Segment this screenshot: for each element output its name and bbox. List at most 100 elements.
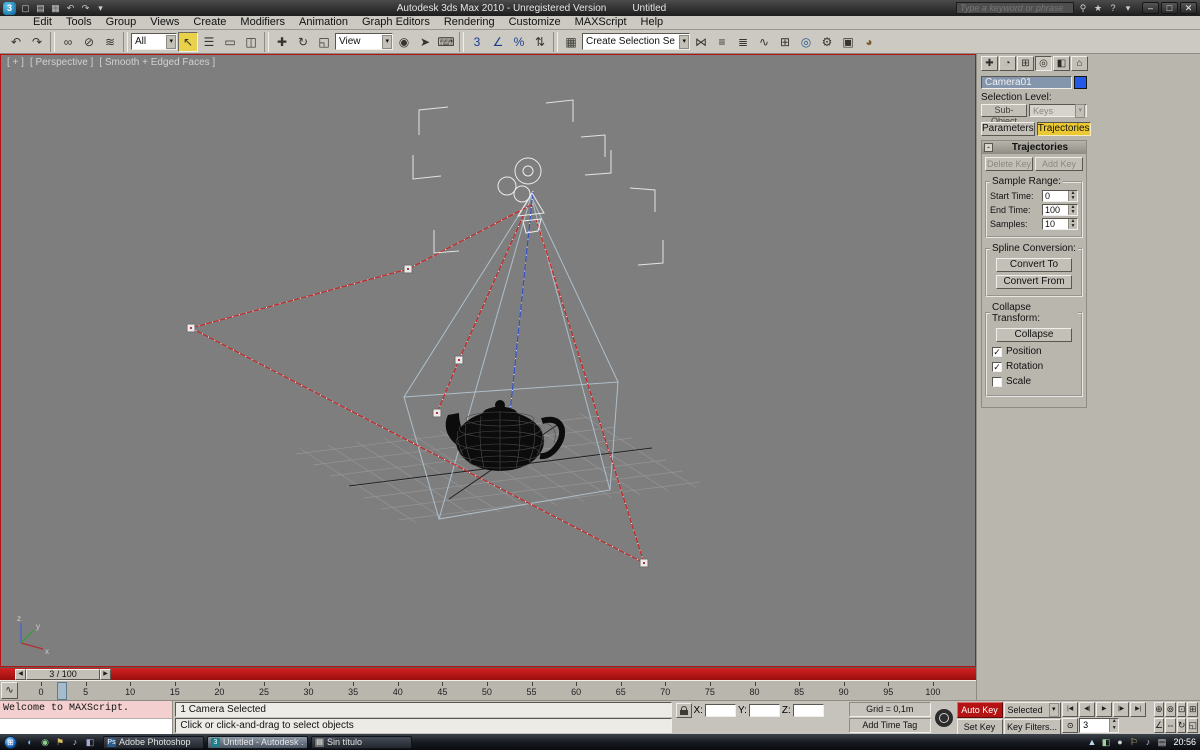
tray-icon-3[interactable]: ●: [1114, 737, 1125, 748]
help-icon[interactable]: ?: [1107, 2, 1119, 14]
scale-checkbox[interactable]: [992, 376, 1002, 387]
open-mini-curve-editor-button[interactable]: ∿: [1, 682, 18, 699]
time-slider[interactable]: ◀ 3 / 100 ▶: [0, 667, 976, 680]
set-key-button[interactable]: Set Key: [956, 719, 1003, 735]
menu-customize[interactable]: Customize: [502, 16, 568, 29]
tray-icon-1[interactable]: ▲: [1086, 737, 1097, 748]
zoom-extents-all-icon[interactable]: ⊞: [1187, 702, 1198, 717]
select-and-manipulate-icon[interactable]: ➤: [415, 32, 435, 52]
tab-hierarchy[interactable]: ⊞: [1017, 56, 1034, 71]
sub-object-dropdown[interactable]: Keys ▾: [1029, 103, 1087, 118]
zoom-all-icon[interactable]: ⊚: [1164, 702, 1176, 717]
window-crossing-icon[interactable]: ◫: [241, 32, 261, 52]
new-scene-icon[interactable]: ▢: [19, 2, 32, 15]
start-time-spinner[interactable]: 0 ▲ ▼: [1042, 190, 1078, 202]
maxscript-mini-listener[interactable]: Welcome to MAXScript.: [0, 701, 174, 734]
select-and-link-icon[interactable]: ∞: [58, 32, 78, 52]
menu-create[interactable]: Create: [186, 16, 233, 29]
redo-icon[interactable]: ↷: [27, 32, 47, 52]
quicklaunch-icon-3[interactable]: ⚑: [53, 736, 67, 749]
maxscript-listener-input[interactable]: [0, 718, 173, 734]
field-of-view-icon[interactable]: ∠: [1153, 718, 1164, 733]
menu-group[interactable]: Group: [99, 16, 144, 29]
quicklaunch-icon-1[interactable]: ◐: [23, 736, 37, 749]
samples-spinner[interactable]: 10 ▲ ▼: [1042, 218, 1078, 230]
perspective-viewport[interactable]: [ + ] [ Perspective ] [ Smooth + Edged F…: [0, 54, 976, 667]
y-coordinate-field[interactable]: [748, 704, 780, 717]
menu-edit[interactable]: Edit: [26, 16, 59, 29]
viewport-scene[interactable]: x y z: [1, 55, 975, 666]
selection-region-icon[interactable]: ▭: [220, 32, 240, 52]
keyboard-override-icon[interactable]: ⌨: [436, 32, 456, 52]
graph-editors-icon[interactable]: ∿: [754, 32, 774, 52]
tab-create[interactable]: ✚: [981, 56, 998, 71]
key-selection-dropdown[interactable]: Selected ▾: [1003, 702, 1061, 718]
communication-center-icon[interactable]: ★: [1092, 2, 1104, 14]
snaps-toggle-icon[interactable]: 3: [467, 32, 487, 52]
menu-rendering[interactable]: Rendering: [437, 16, 502, 29]
spinner-snap-icon[interactable]: ⇅: [530, 32, 550, 52]
zoom-icon[interactable]: ⊕: [1153, 702, 1164, 717]
viewport-menu-shading[interactable]: [ Smooth + Edged Faces ]: [99, 57, 215, 68]
trajectories-button[interactable]: Trajectories: [1036, 122, 1091, 136]
tab-modify[interactable]: ◔: [999, 56, 1016, 71]
qat-dropdown-icon[interactable]: ▾: [94, 2, 107, 15]
select-and-move-icon[interactable]: ✚: [272, 32, 292, 52]
reference-coordinate-dropdown[interactable]: View ▾: [335, 33, 393, 50]
camera-trajectory[interactable]: [186, 203, 649, 568]
tray-icon-6[interactable]: ▤: [1156, 737, 1167, 748]
render-setup-icon[interactable]: ⚙: [817, 32, 837, 52]
menu-help[interactable]: Help: [634, 16, 671, 29]
help-dropdown-icon[interactable]: ▾: [1122, 2, 1134, 14]
collapse-rollout-icon[interactable]: -: [984, 143, 993, 152]
save-file-icon[interactable]: ▦: [49, 2, 62, 15]
end-time-spinner[interactable]: 100 ▲ ▼: [1042, 204, 1078, 216]
teapot-object[interactable]: [445, 400, 565, 471]
rendered-frame-icon[interactable]: ▣: [838, 32, 858, 52]
tray-icon-5[interactable]: ♪: [1142, 737, 1153, 748]
select-and-scale-icon[interactable]: ◱: [314, 32, 334, 52]
go-to-end-button[interactable]: ▶|: [1130, 702, 1147, 717]
unlink-selection-icon[interactable]: ⊘: [79, 32, 99, 52]
viewport-menu-view[interactable]: [ Perspective ]: [30, 57, 93, 68]
viewport-menu-plus[interactable]: [ + ]: [7, 57, 24, 68]
align-icon[interactable]: ≡: [712, 32, 732, 52]
selection-filter-dropdown[interactable]: All ▾: [131, 33, 177, 50]
menu-modifiers[interactable]: Modifiers: [233, 16, 292, 29]
use-pivot-center-icon[interactable]: ◉: [394, 32, 414, 52]
redo-small-icon[interactable]: ↷: [79, 2, 92, 15]
edit-named-selections-icon[interactable]: ▦: [561, 32, 581, 52]
menu-views[interactable]: Views: [143, 16, 186, 29]
key-filters-button[interactable]: Key Filters...: [1003, 719, 1061, 735]
menu-tools[interactable]: Tools: [59, 16, 99, 29]
time-slider-handle[interactable]: 3 / 100: [26, 669, 100, 680]
search-icon[interactable]: ⚲: [1077, 2, 1089, 14]
start-button[interactable]: ⊞: [4, 735, 17, 749]
quicklaunch-icon-5[interactable]: ◧: [83, 736, 97, 749]
x-coordinate-field[interactable]: [704, 704, 736, 717]
quicklaunch-icon-2[interactable]: ◉: [38, 736, 52, 749]
object-name-field[interactable]: Camera01: [981, 76, 1072, 89]
task-sin-titulo[interactable]: ▤ Sin título: [311, 735, 412, 749]
add-key-button[interactable]: Add Key: [1035, 157, 1083, 171]
trajectories-rollout-header[interactable]: - Trajectories: [982, 141, 1086, 154]
pan-view-icon[interactable]: ⇔: [1164, 718, 1176, 733]
next-frame-arrow[interactable]: ▶: [100, 669, 111, 680]
maxscript-listener-output[interactable]: Welcome to MAXScript.: [0, 701, 173, 718]
spinner-arrows[interactable]: ▲ ▼: [1068, 219, 1077, 229]
zoom-extents-icon[interactable]: ⊡: [1176, 702, 1187, 717]
material-editor-icon[interactable]: ◎: [796, 32, 816, 52]
add-time-tag[interactable]: Add Time Tag: [848, 718, 931, 733]
schematic-view-icon[interactable]: ⊞: [775, 32, 795, 52]
undo-icon[interactable]: ↶: [6, 32, 26, 52]
parameters-button[interactable]: Parameters: [981, 122, 1035, 136]
task-3dsmax[interactable]: 3 Untitled - Autodesk ...: [207, 735, 308, 749]
select-and-rotate-icon[interactable]: ↻: [293, 32, 313, 52]
infocenter-search-input[interactable]: [956, 2, 1074, 14]
app-logo-icon[interactable]: 3: [3, 1, 16, 15]
bind-to-space-warp-icon[interactable]: ≋: [100, 32, 120, 52]
object-color-swatch[interactable]: [1074, 76, 1087, 89]
tray-icon-4[interactable]: ⚐: [1128, 737, 1139, 748]
angle-snap-icon[interactable]: ∠: [488, 32, 508, 52]
quicklaunch-icon-4[interactable]: ♪: [68, 736, 82, 749]
